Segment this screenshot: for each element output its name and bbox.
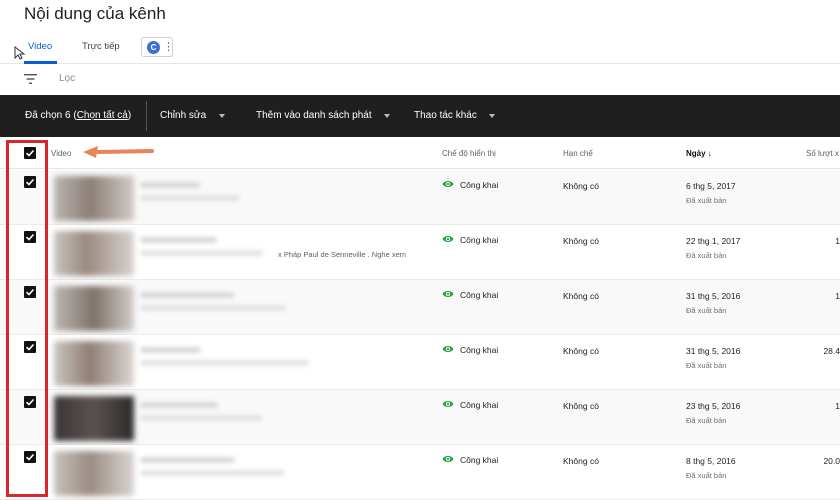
selection-count: Đã chọn 6 (Chọn tất cả) [25, 110, 131, 121]
restriction-cell: Không có [563, 401, 599, 411]
date-cell: 8 thg 5, 2016 [686, 456, 736, 466]
tab-bar: Video Trực tiếp C ⋮ [0, 34, 840, 64]
visibility-label: Công khai [460, 180, 499, 190]
table-row[interactable]: Công khai Không có 23 thg 5, 2016 Đã xuấ… [0, 390, 840, 445]
blurred-video-title [140, 182, 200, 188]
eye-icon [442, 456, 454, 462]
date-cell: 31 thg 5, 2016 [686, 291, 741, 301]
restriction-cell: Không có [563, 236, 599, 246]
publish-status: Đã xuất bản [686, 416, 727, 425]
visibility-label: Công khai [460, 290, 499, 300]
restriction-cell: Không có [563, 456, 599, 466]
blurred-video-title [140, 292, 234, 298]
arrow-down-icon: ↓ [707, 149, 712, 158]
blurred-video-description [140, 195, 240, 201]
selection-prefix: Đã chọn 6 ( [25, 110, 77, 121]
visibility-label: Công khai [460, 345, 499, 355]
date-cell: 22 thg 1, 2017 [686, 236, 741, 246]
publish-status: Đã xuất bản [686, 196, 727, 205]
active-tab-indicator [24, 61, 57, 64]
publish-status: Đã xuất bản [686, 306, 727, 315]
mouse-cursor-icon [14, 46, 26, 60]
views-cell: 1 [835, 401, 840, 411]
publish-status: Đã xuất bản [686, 471, 727, 480]
arrow-annotation-icon [83, 146, 154, 158]
date-cell: 23 thg 5, 2016 [686, 401, 741, 411]
edit-chevron-down-icon [219, 114, 225, 118]
publish-status: Đã xuất bản [686, 251, 727, 260]
edit-menu-button[interactable]: Chỉnh sửa [160, 110, 206, 121]
table-row[interactable]: Công khai Không có 6 thg 5, 2017 Đã xuất… [0, 170, 840, 225]
publish-status: Đã xuất bản [686, 361, 727, 370]
playlist-chevron-down-icon [384, 114, 390, 118]
column-header-restrictions[interactable]: Hạn chế [563, 149, 593, 158]
blurred-video-description [140, 250, 263, 256]
filter-bar: Lọc [0, 65, 840, 95]
selection-suffix: ) [127, 110, 132, 121]
filter-icon[interactable] [24, 74, 37, 84]
video-thumbnail[interactable] [54, 341, 134, 386]
visibility-label: Công khai [460, 400, 499, 410]
column-header-visibility[interactable]: Chế độ hiển thị [442, 149, 496, 158]
views-cell: 1 [835, 291, 840, 301]
video-thumbnail[interactable] [54, 286, 134, 331]
date-cell: 31 thg 5, 2016 [686, 346, 741, 356]
eye-icon [442, 181, 454, 187]
blurred-video-description [140, 470, 285, 476]
add-to-playlist-button[interactable]: Thêm vào danh sách phát [256, 110, 372, 121]
more-actions-chevron-down-icon [489, 114, 495, 118]
visibility-label: Công khai [460, 455, 499, 465]
eye-icon [442, 346, 454, 352]
blurred-video-title [140, 237, 217, 243]
restriction-cell: Không có [563, 346, 599, 356]
table-row[interactable]: Công khai Không có 22 thg 1, 2017 Đã xuấ… [0, 225, 840, 280]
video-thumbnail[interactable] [54, 396, 134, 441]
blurred-video-description [140, 305, 286, 311]
blurred-video-title [140, 457, 235, 463]
video-description-fragment: x Pháp Paul de Senneville . Nghe xem [278, 250, 406, 259]
blurred-video-title [140, 347, 201, 353]
visibility-label: Công khai [460, 235, 499, 245]
channel-switcher-button[interactable]: C ⋮ [141, 37, 174, 57]
date-cell: 6 thg 5, 2017 [686, 181, 736, 191]
page-title: Nội dung của kênh [24, 4, 166, 23]
views-cell: 1 [835, 236, 840, 246]
blurred-video-title [140, 402, 218, 408]
tab-live[interactable]: Trực tiếp [82, 41, 120, 52]
channel-avatar: C [147, 41, 160, 54]
column-header-video: Video [51, 149, 72, 158]
blurred-video-description [140, 360, 309, 366]
more-vert-icon: ⋮ [163, 41, 174, 53]
filter-input[interactable]: Lọc [59, 73, 75, 84]
video-thumbnail[interactable] [54, 231, 134, 276]
column-header-date[interactable]: Ngày ↓ [686, 149, 712, 158]
eye-icon [442, 401, 454, 407]
divider [146, 101, 147, 131]
blurred-video-description [140, 415, 262, 421]
table-row[interactable]: Công khai Không có 8 thg 5, 2016 Đã xuất… [0, 445, 840, 500]
views-cell: 28.4 [823, 346, 840, 356]
restriction-cell: Không có [563, 291, 599, 301]
highlight-box [6, 140, 48, 497]
video-thumbnail[interactable] [54, 176, 134, 221]
table-row[interactable]: Công khai Không có 31 thg 5, 2016 Đã xuấ… [0, 335, 840, 390]
table-row[interactable]: Công khai Không có 31 thg 5, 2016 Đã xuấ… [0, 280, 840, 335]
video-thumbnail[interactable] [54, 451, 134, 496]
tab-video[interactable]: Video [28, 41, 52, 52]
restriction-cell: Không có [563, 181, 599, 191]
eye-icon [442, 236, 454, 242]
column-header-date-label: Ngày [686, 149, 706, 158]
eye-icon [442, 291, 454, 297]
views-cell: 20.0 [823, 456, 840, 466]
more-actions-button[interactable]: Thao tác khác [414, 110, 477, 121]
select-all-link[interactable]: Chọn tất cả [77, 110, 128, 121]
bulk-action-bar: Đã chọn 6 (Chọn tất cả) Chỉnh sửa Thêm v… [0, 95, 840, 137]
column-header-views[interactable]: Số lượt x [806, 149, 840, 158]
